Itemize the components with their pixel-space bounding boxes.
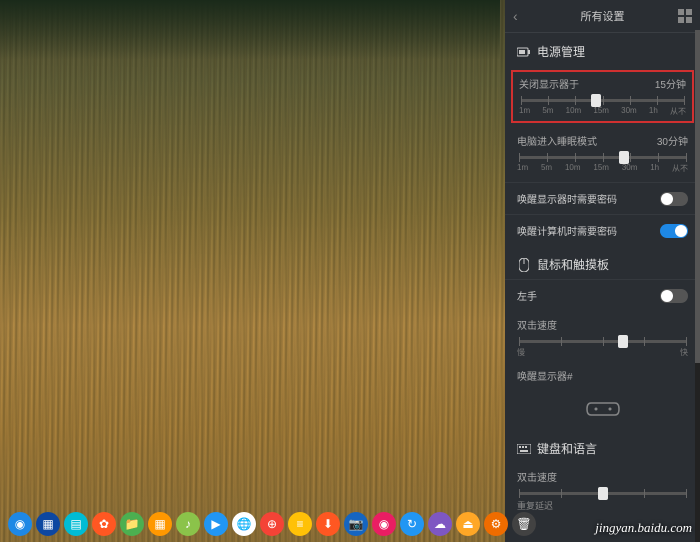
- wake-computer-pw-label: 唤醒计算机时需要密码: [517, 223, 617, 238]
- dblclick-label: 双击速度: [517, 317, 557, 332]
- left-hand-toggle[interactable]: [660, 289, 688, 303]
- display-off-group-highlight: 关闭显示器于 15分钟 1m5m10m15m30m1h从不: [511, 70, 694, 123]
- wake-display-pw-label: 唤醒显示器时需要密码: [517, 191, 617, 206]
- dock-item-8[interactable]: 🌐: [232, 512, 256, 536]
- wake-display-label: 唤醒显示器#: [517, 372, 573, 383]
- dock-item-13[interactable]: ◉: [372, 512, 396, 536]
- wake-display-pw-toggle[interactable]: [660, 192, 688, 206]
- display-off-thumb[interactable]: [591, 94, 601, 107]
- power-title: 电源管理: [537, 43, 585, 60]
- dock-item-12[interactable]: 📷: [344, 512, 368, 536]
- sleep-ticks: 1m5m10m15m30m1h从不: [517, 163, 688, 174]
- dock-item-3[interactable]: ✿: [92, 512, 116, 536]
- controller-icon: [505, 391, 700, 430]
- dblclick-slider[interactable]: [519, 340, 686, 343]
- dblclick-low: 慢: [517, 347, 525, 358]
- panel-header: ‹ 所有设置: [505, 0, 700, 33]
- mouse-title: 鼠标和触摸板: [537, 256, 609, 273]
- dblclick-high: 快: [680, 347, 688, 358]
- dock-item-14[interactable]: ↻: [400, 512, 424, 536]
- mouse-icon: [517, 258, 531, 272]
- left-hand-label: 左手: [517, 288, 537, 303]
- sleep-group: 电脑进入睡眠模式 30分钟 1m5m10m15m30m1h从不: [505, 127, 700, 182]
- grid-icon[interactable]: [678, 9, 692, 23]
- keyboard-icon: [517, 442, 531, 456]
- left-hand-row: 左手: [505, 279, 700, 311]
- display-off-ticks: 1m5m10m15m30m1h从不: [519, 106, 686, 117]
- dock: ◉▦▤✿📁▦♪▶🌐⊕≡⬇📷◉↻☁⏏⚙🗑: [4, 510, 500, 538]
- dock-item-17[interactable]: ⚙: [484, 512, 508, 536]
- power-section-header: 电源管理: [505, 33, 700, 66]
- watermark: jingyan.baidu.com: [595, 520, 692, 536]
- display-off-value: 15分钟: [655, 76, 686, 91]
- settings-panel: ‹ 所有设置 电源管理 关闭显示器于 15分钟 1m5m10m15m30m1h从…: [505, 0, 700, 542]
- repeat-thumb[interactable]: [598, 487, 608, 500]
- display-off-label: 关闭显示器于: [519, 76, 579, 91]
- keyboard-title: 键盘和语言: [537, 440, 597, 457]
- display-off-slider[interactable]: [521, 99, 684, 102]
- dock-item-11[interactable]: ⬇: [316, 512, 340, 536]
- wake-computer-pw-toggle[interactable]: [660, 224, 688, 238]
- sleep-thumb[interactable]: [619, 151, 629, 164]
- repeat-sublabel: 重复延迟: [517, 499, 688, 512]
- dock-item-4[interactable]: 📁: [120, 512, 144, 536]
- keyboard-section-header: 键盘和语言: [505, 430, 700, 463]
- battery-icon: [517, 45, 531, 59]
- sleep-slider[interactable]: [519, 156, 686, 159]
- dock-item-18[interactable]: 🗑: [512, 512, 536, 536]
- dock-item-6[interactable]: ♪: [176, 512, 200, 536]
- dock-item-9[interactable]: ⊕: [260, 512, 284, 536]
- desktop-wallpaper: ‹ 所有设置 电源管理 关闭显示器于 15分钟 1m5m10m15m30m1h从…: [0, 0, 700, 542]
- dock-item-7[interactable]: ▶: [204, 512, 228, 536]
- mouse-section-header: 鼠标和触摸板: [505, 246, 700, 279]
- dock-item-16[interactable]: ⏏: [456, 512, 480, 536]
- wake-display-pw-row: 唤醒显示器时需要密码: [505, 182, 700, 214]
- panel-scrollbar[interactable]: [695, 30, 700, 542]
- dblclick-thumb[interactable]: [618, 335, 628, 348]
- dblclick-group: 双击速度 慢 快: [505, 311, 700, 366]
- sleep-value: 30分钟: [657, 133, 688, 148]
- scrollbar-thumb[interactable]: [695, 30, 700, 363]
- sleep-label: 电脑进入睡眠模式: [517, 133, 597, 148]
- dock-item-10[interactable]: ≡: [288, 512, 312, 536]
- dock-item-15[interactable]: ☁: [428, 512, 452, 536]
- dock-item-2[interactable]: ▤: [64, 512, 88, 536]
- wake-computer-pw-row: 唤醒计算机时需要密码: [505, 214, 700, 246]
- dock-item-1[interactable]: ▦: [36, 512, 60, 536]
- panel-title: 所有设置: [581, 8, 625, 24]
- repeat-slider[interactable]: [519, 492, 686, 495]
- dock-item-5[interactable]: ▦: [148, 512, 172, 536]
- back-icon[interactable]: ‹: [513, 8, 518, 24]
- wake-display-label-row: 唤醒显示器#: [505, 366, 700, 391]
- repeat-group: 双击速度 重复延迟: [505, 463, 700, 520]
- dock-item-0[interactable]: ◉: [8, 512, 32, 536]
- repeat-label: 双击速度: [517, 469, 557, 484]
